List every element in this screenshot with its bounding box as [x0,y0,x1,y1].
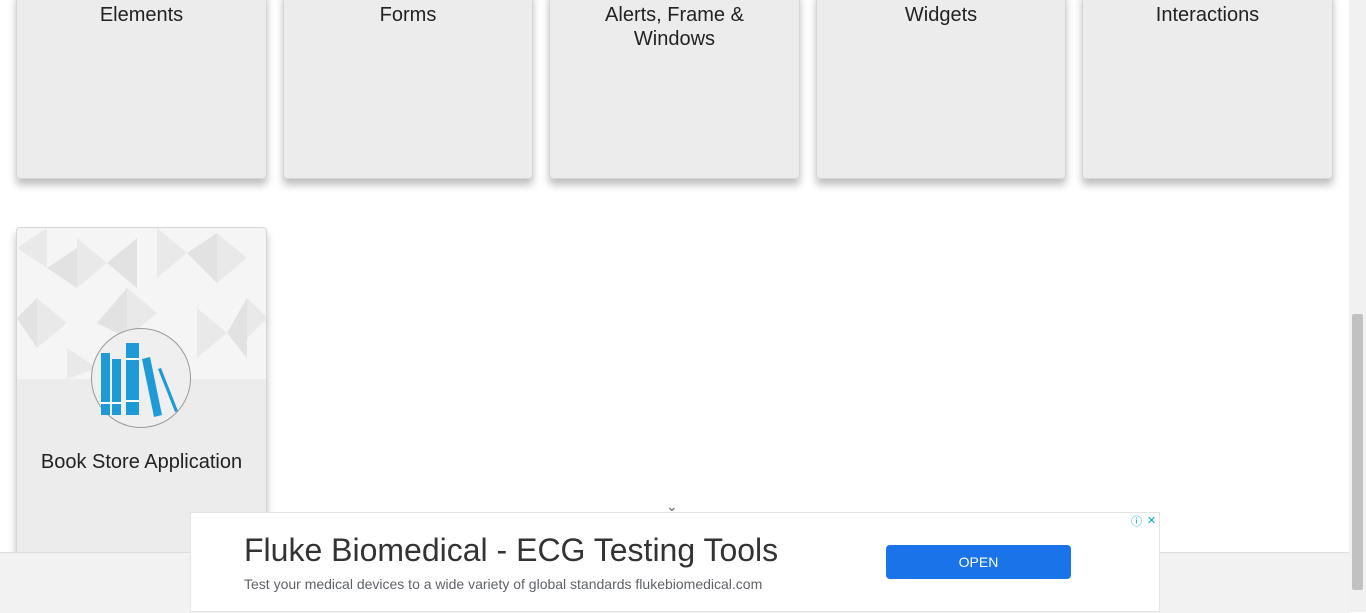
card-title: Elements [99,4,184,26]
ad-banner[interactable]: Fluke Biomedical - ECG Testing Tools Tes… [190,512,1160,612]
vertical-scrollbar[interactable] [1349,0,1366,612]
close-icon[interactable]: ✕ [1144,513,1159,528]
card-forms[interactable]: Forms [283,0,533,179]
card-widgets[interactable]: Widgets [816,0,1066,179]
card-title: Interactions [1155,4,1260,26]
card-alerts-frame-windows[interactable]: Alerts, Frame & Windows [549,0,800,179]
info-icon[interactable]: ⓘ [1129,513,1144,528]
book-shelf-icon [91,328,191,428]
card-title: Forms [379,4,437,26]
ad-controls: ⓘ ✕ [1129,513,1159,528]
card-title: Alerts, Frame & Windows [605,4,744,50]
card-interactions[interactable]: Interactions [1082,0,1333,179]
card-elements[interactable]: Elements [16,0,267,179]
ad-description[interactable]: Test your medical devices to a wide vari… [244,576,762,592]
scrollbar-thumb[interactable] [1352,314,1363,590]
card-title: Widgets [904,4,978,26]
book-shelf-graphic [101,343,178,417]
ad-title[interactable]: Fluke Biomedical - ECG Testing Tools [244,532,778,569]
ad-open-button[interactable]: OPEN [886,545,1071,579]
card-title: Book Store Application [40,451,243,473]
